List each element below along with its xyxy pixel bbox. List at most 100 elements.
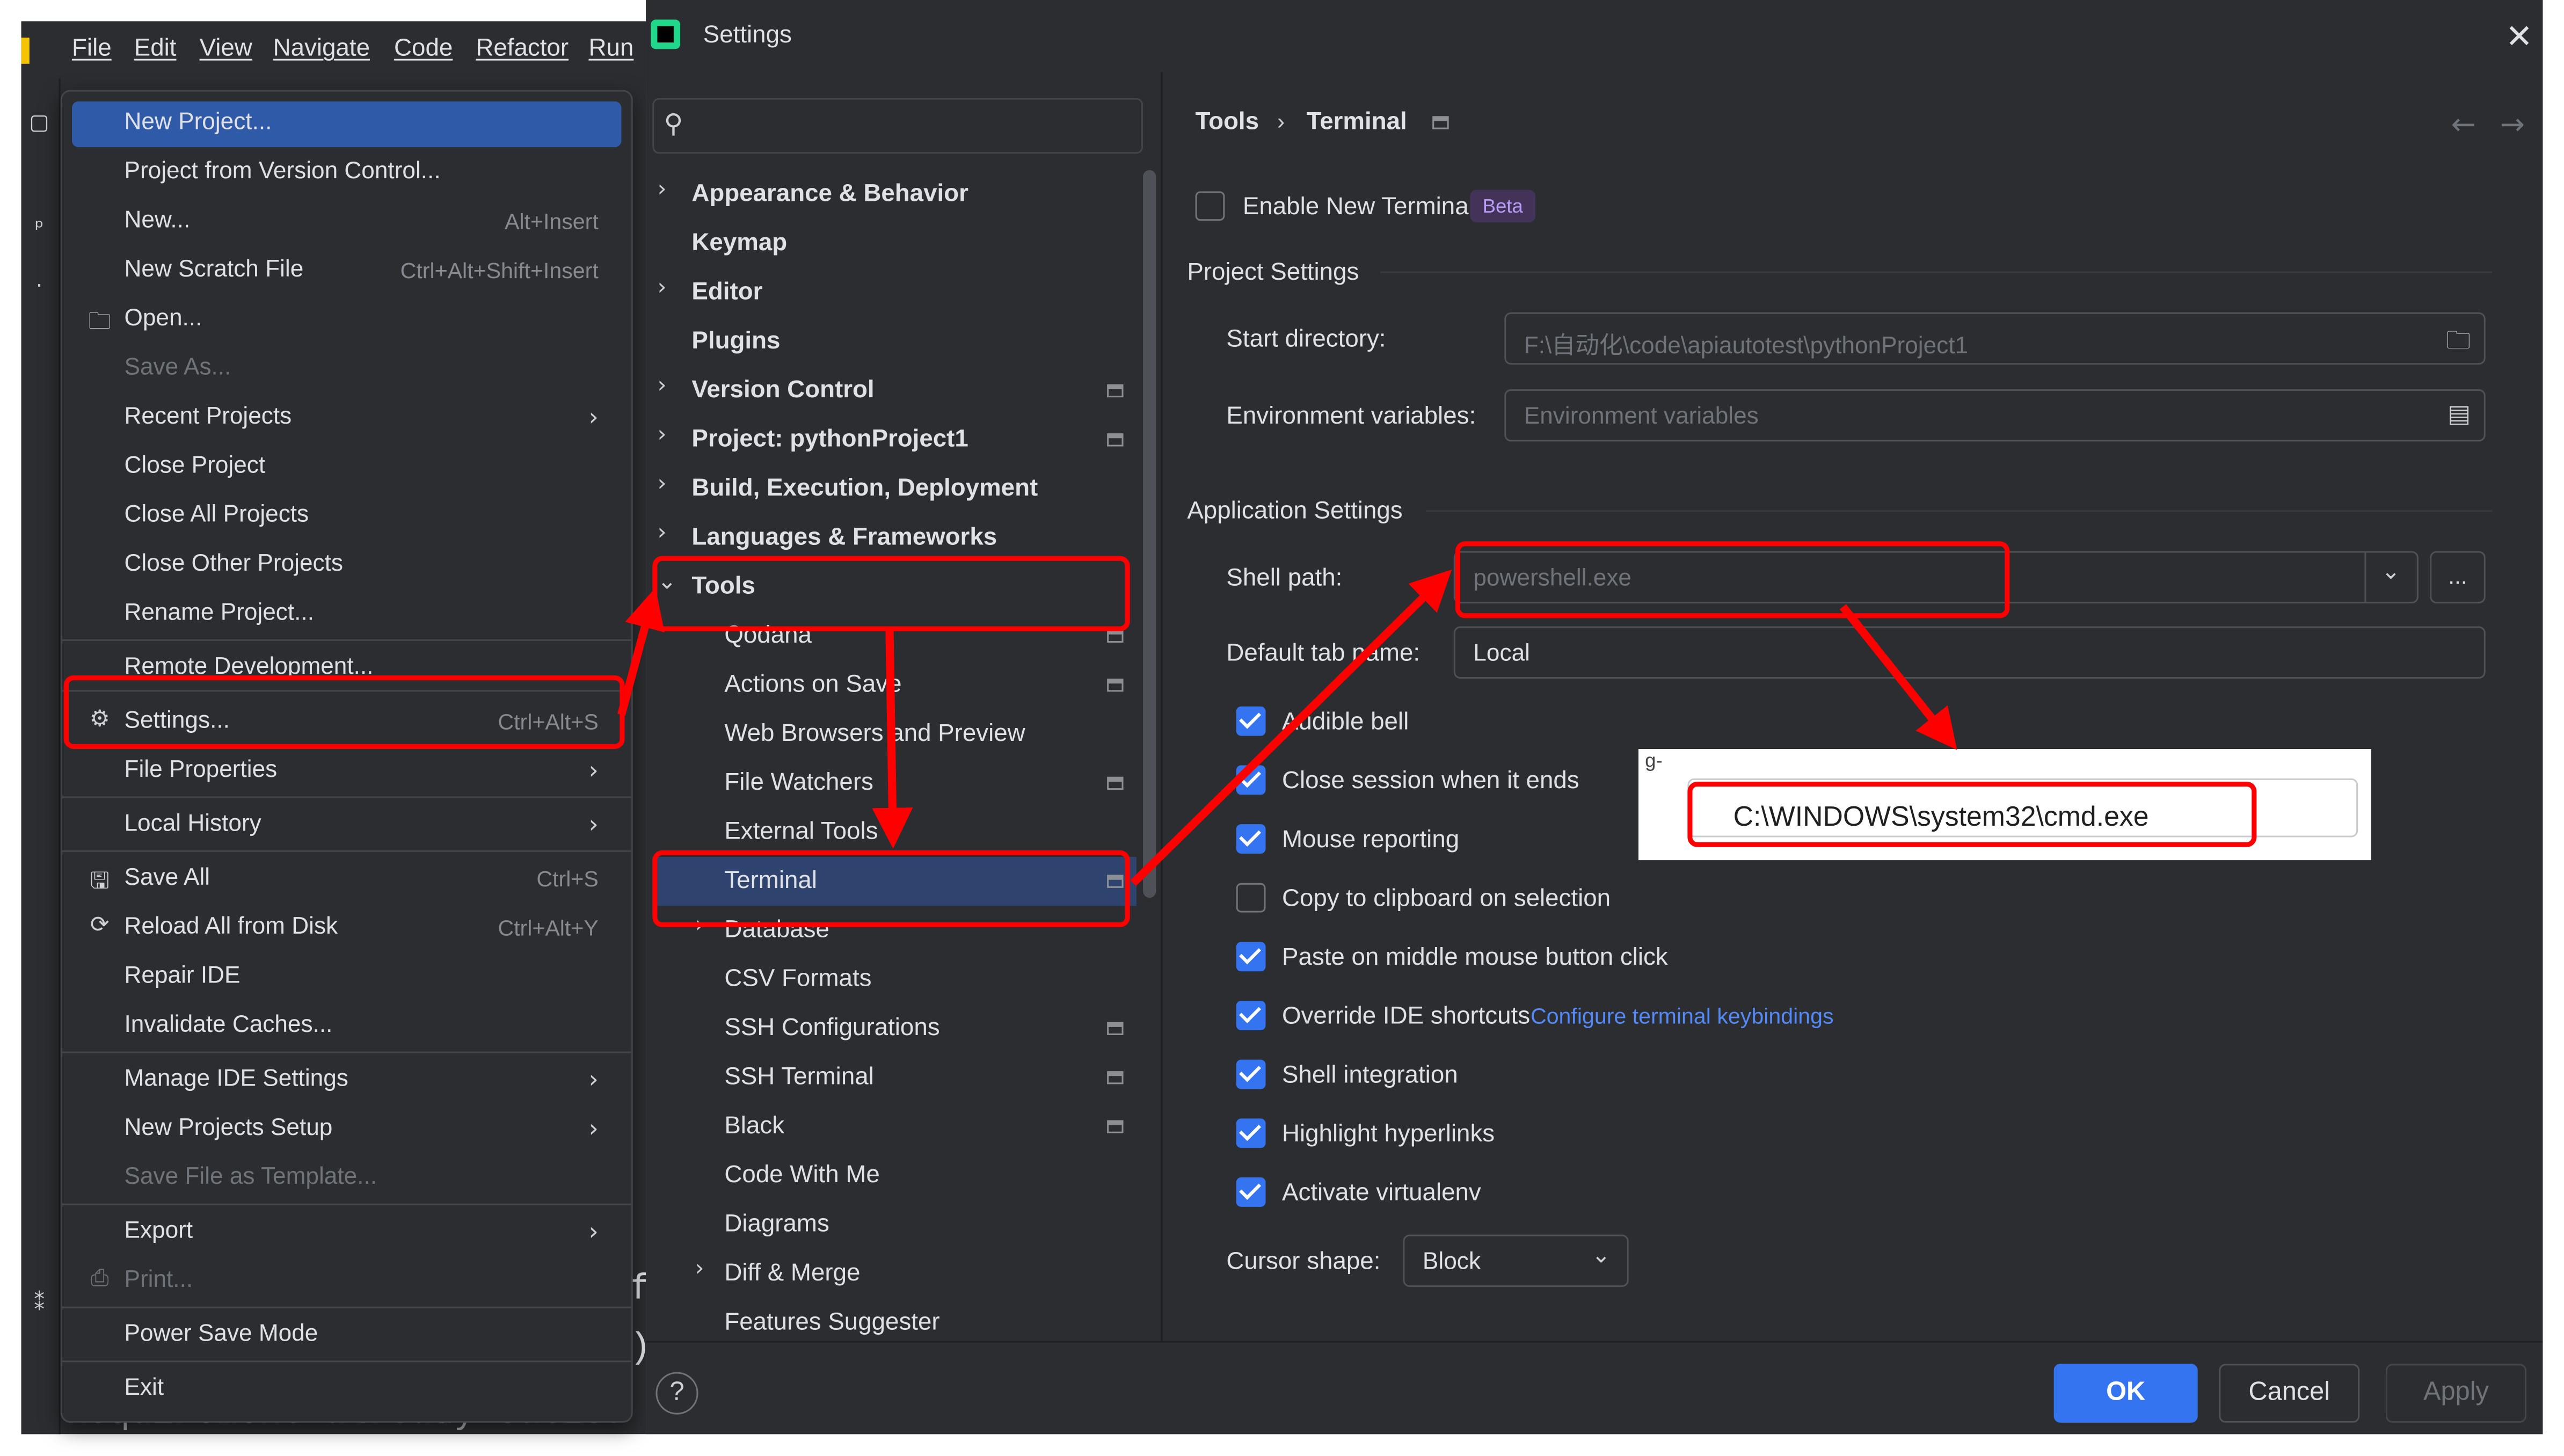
menu-item-save-as: Save As... <box>124 354 231 381</box>
menu-item-new[interactable]: New... Alt+Insert <box>72 200 621 245</box>
tree-item-appearance-behavior[interactable]: › Appearance & Behavior <box>652 170 1137 219</box>
tree-item-features-suggester[interactable]: Features Suggester <box>652 1298 1137 1347</box>
tree-item-web-browsers[interactable]: Web Browsers and Preview <box>652 710 1137 759</box>
document-icon[interactable]: ▤ <box>2448 399 2471 428</box>
back-arrow-icon[interactable]: ← <box>2451 108 2476 142</box>
menu-item-manage-ide-settings[interactable]: Manage IDE Settings › <box>72 1058 621 1104</box>
shell-integration-label: Shell integration <box>1281 1061 1458 1089</box>
tree-item-csv-formats[interactable]: CSV Formats <box>652 955 1137 1004</box>
folder-icon[interactable]: 🗀 <box>2446 324 2471 365</box>
mouse-reporting-label: Mouse reporting <box>1281 826 1460 854</box>
configure-keybindings-link[interactable]: Configure terminal keybindings <box>1531 1004 1834 1029</box>
cursor-shape-select[interactable]: Block ⌄ <box>1403 1234 1629 1287</box>
tree-item-diff-merge[interactable]: › Diff & Merge <box>652 1249 1137 1298</box>
menu-item-close-other-projects[interactable]: Close Other Projects <box>72 543 621 588</box>
paste-middle-click-checkbox[interactable] <box>1236 942 1266 972</box>
menu-separator <box>62 1051 631 1053</box>
menu-item-recent-projects[interactable]: Recent Projects › <box>72 396 621 441</box>
cancel-button[interactable]: Cancel <box>2219 1364 2360 1423</box>
menu-item-close-all-projects[interactable]: Close All Projects <box>72 494 621 540</box>
menu-run[interactable]: Run <box>589 34 634 62</box>
tree-item-black[interactable]: Black <box>652 1102 1137 1151</box>
menu-refactor[interactable]: Refactor <box>476 34 569 62</box>
chevron-right-icon: › <box>588 1113 599 1144</box>
apply-button[interactable]: Apply <box>2385 1364 2526 1423</box>
tree-item-project[interactable]: › Project: pythonProject1 <box>652 416 1137 464</box>
menu-code[interactable]: Code <box>394 34 453 62</box>
tree-item-actions-on-save[interactable]: Actions on Save <box>652 661 1137 710</box>
menu-separator <box>62 639 631 641</box>
mouse-reporting-checkbox[interactable] <box>1236 824 1266 854</box>
tree-item-ssh-configurations[interactable]: SSH Configurations <box>652 1004 1137 1053</box>
tree-item-build-execution-deployment[interactable]: › Build, Execution, Deployment <box>652 464 1137 513</box>
bookmarks-icon[interactable]: ⁑ <box>21 1292 57 1316</box>
override-ide-shortcuts-label: Override IDE shortcuts <box>1281 1002 1531 1030</box>
project-level-icon <box>1432 116 1449 129</box>
tree-item-file-watchers[interactable]: File Watchers <box>652 759 1137 807</box>
default-tab-name-field[interactable]: Local <box>1453 626 2486 679</box>
project-icon[interactable]: ▢ <box>21 111 57 136</box>
menu-navigate[interactable]: Navigate <box>273 34 370 62</box>
settings-tree: ⚲ › Appearance & Behavior Keymap › Edito… <box>646 72 1161 1341</box>
chevron-down-icon[interactable]: ⌄ <box>2381 559 2401 586</box>
enable-new-terminal-checkbox[interactable] <box>1195 191 1225 221</box>
commit-icon[interactable]: ₚ <box>21 209 57 234</box>
menu-item-invalidate-caches[interactable]: Invalidate Caches... <box>72 1004 621 1050</box>
menu-item-file-properties[interactable]: File Properties › <box>72 749 621 795</box>
forward-arrow-icon[interactable]: → <box>2500 108 2525 142</box>
close-session-checkbox[interactable] <box>1236 765 1266 795</box>
menu-item-project-from-vcs[interactable]: Project from Version Control... <box>72 150 621 196</box>
menu-item-new-projects-setup[interactable]: New Projects Setup › <box>72 1107 621 1153</box>
tree-scrollbar[interactable] <box>1143 170 1156 898</box>
breadcrumb-parent[interactable]: Tools <box>1196 108 1259 136</box>
menu-item-new-scratch-file[interactable]: New Scratch File Ctrl+Alt+Shift+Insert <box>72 249 621 294</box>
override-ide-shortcuts-checkbox[interactable] <box>1236 1001 1266 1030</box>
menu-item-exit[interactable]: Exit <box>72 1367 621 1413</box>
tree-item-keymap[interactable]: Keymap <box>652 219 1137 268</box>
chevron-right-icon: › <box>588 1064 599 1094</box>
chevron-right-icon: › <box>588 755 599 785</box>
menu-item-repair-ide[interactable]: Repair IDE <box>72 955 621 1001</box>
shell-integration-checkbox[interactable] <box>1236 1059 1266 1089</box>
highlight-hyperlinks-checkbox[interactable] <box>1236 1118 1266 1148</box>
menu-item-open[interactable]: 🗀 Open... <box>72 297 621 343</box>
menu-item-save-all[interactable]: 🖫 Save All Ctrl+S <box>72 857 621 902</box>
copy-on-selection-checkbox[interactable] <box>1236 883 1266 913</box>
help-button[interactable]: ? <box>655 1372 698 1415</box>
tree-item-languages-frameworks[interactable]: › Languages & Frameworks <box>652 513 1137 562</box>
menu-item-new-project[interactable]: New Project... <box>72 101 622 148</box>
tree-item-code-with-me[interactable]: Code With Me <box>652 1151 1137 1200</box>
menu-file[interactable]: File <box>72 34 112 62</box>
tree-item-editor[interactable]: › Editor <box>652 268 1137 317</box>
chevron-right-icon: › <box>657 471 667 497</box>
menu-item-local-history[interactable]: Local History › <box>72 803 621 849</box>
chevron-right-icon: › <box>588 402 599 432</box>
menu-item-rename-project[interactable]: Rename Project... <box>72 592 621 638</box>
cursor-shape-label: Cursor shape: <box>1226 1248 1381 1276</box>
menu-item-reload-all-from-disk[interactable]: ⟳ Reload All from Disk Ctrl+Alt+Y <box>72 906 621 951</box>
menu-item-close-project[interactable]: Close Project <box>72 445 621 490</box>
folder-icon: 🗀 <box>88 309 112 336</box>
section-divider <box>1380 271 2492 273</box>
start-directory-field[interactable]: F:\自动化\code\apiautotest\pythonProject1 🗀 <box>1504 312 2486 365</box>
tree-item-plugins[interactable]: Plugins <box>652 317 1137 366</box>
settings-search-input[interactable]: ⚲ <box>652 98 1143 154</box>
structure-icon[interactable]: · <box>21 275 57 300</box>
menu-edit[interactable]: Edit <box>134 34 177 62</box>
menu-view[interactable]: View <box>200 34 252 62</box>
close-icon[interactable]: ✕ <box>2505 16 2533 55</box>
menu-item-export[interactable]: Export › <box>72 1210 621 1256</box>
environment-variables-field[interactable]: Environment variables ▤ <box>1504 389 2486 442</box>
project-level-icon <box>1107 1071 1124 1084</box>
tree-item-external-tools[interactable]: External Tools <box>652 808 1137 857</box>
combo-divider <box>2364 551 2366 603</box>
activate-virtualenv-checkbox[interactable] <box>1236 1177 1266 1207</box>
tree-item-diagrams[interactable]: Diagrams <box>652 1200 1137 1249</box>
ok-button[interactable]: OK <box>2053 1364 2198 1423</box>
annotation-box-shell-path <box>1455 541 2010 618</box>
tree-item-version-control[interactable]: › Version Control <box>652 366 1137 415</box>
menu-item-power-save-mode[interactable]: Power Save Mode <box>72 1313 621 1359</box>
audible-bell-checkbox[interactable] <box>1236 706 1266 736</box>
tree-item-ssh-terminal[interactable]: SSH Terminal <box>652 1053 1137 1102</box>
shell-path-browse-button[interactable]: ... <box>2430 551 2486 603</box>
